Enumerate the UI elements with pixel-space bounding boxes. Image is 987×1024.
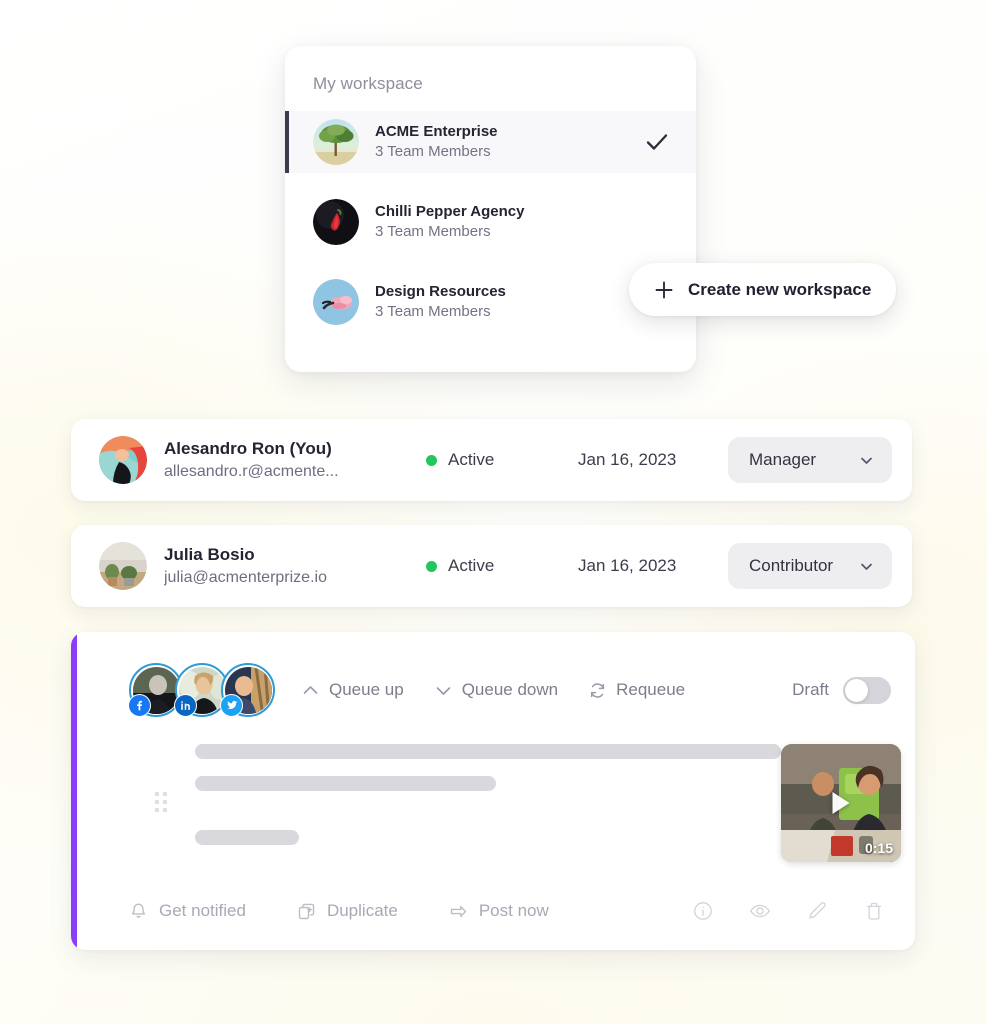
panel-title: My workspace (313, 74, 423, 93)
member-identity: Julia Bosio julia@acmenterprize.io (164, 543, 426, 589)
eye-icon[interactable] (749, 900, 771, 922)
twitter-icon (220, 694, 243, 717)
facebook-icon (128, 694, 151, 717)
channel-avatar-stack (128, 663, 275, 717)
chevron-up-icon (301, 681, 320, 700)
duplicate-icon (297, 902, 316, 921)
member-status: Active (426, 450, 578, 470)
get-notified-button[interactable]: Get notified (129, 901, 246, 921)
composer-toolbar: Queue up Queue down Requeue Draft (71, 632, 915, 726)
member-status: Active (426, 556, 578, 576)
trash-icon[interactable] (863, 900, 885, 922)
queue-down-button[interactable]: Queue down (434, 680, 574, 700)
status-dot-icon (426, 454, 437, 466)
composer-footer: Get notified Duplicate Post now (71, 878, 915, 944)
duplicate-button[interactable]: Duplicate (297, 901, 398, 921)
workspace-item-text: Chilli Pepper Agency 3 Team Members (375, 202, 670, 243)
workspace-switcher-panel: My workspace ACME Enterprise 3 Team Memb… (285, 46, 696, 372)
workspace-item-chilli-pepper-agency[interactable]: Chilli Pepper Agency 3 Team Members (285, 191, 696, 253)
status-dot-icon (426, 560, 437, 572)
plus-icon (654, 280, 674, 300)
chili-pepper-avatar (313, 199, 359, 245)
workspace-name: Design Resources (375, 282, 506, 300)
video-duration: 0:15 (864, 840, 893, 856)
workspace-item-acme-enterprise[interactable]: ACME Enterprise 3 Team Members (285, 111, 696, 173)
workspace-name: Chilli Pepper Agency (375, 202, 525, 220)
play-icon (832, 792, 850, 814)
workspace-item-text: ACME Enterprise 3 Team Members (375, 122, 644, 163)
video-thumbnail[interactable]: 0:15 (781, 744, 901, 862)
role-dropdown[interactable]: Contributor (728, 543, 892, 589)
avatar (99, 436, 147, 484)
member-identity: Alesandro Ron (You) allesandro.r@acmente… (164, 437, 426, 483)
avatar (99, 542, 147, 590)
check-icon (644, 129, 670, 155)
linkedin-icon (174, 694, 197, 717)
create-new-workspace-label: Create new workspace (688, 279, 872, 299)
role-dropdown[interactable]: Manager (728, 437, 892, 483)
get-notified-label: Get notified (159, 901, 246, 920)
role-label: Contributor (749, 556, 834, 575)
draft-toggle-group: Draft (792, 676, 891, 704)
bell-icon (129, 902, 148, 921)
page-root: My workspace ACME Enterprise 3 Team Memb… (0, 0, 987, 1024)
chevron-down-icon (858, 452, 875, 469)
arrow-right-icon (449, 902, 468, 921)
chevron-down-icon (858, 558, 875, 575)
role-label: Manager (749, 450, 817, 469)
drag-handle-icon[interactable] (155, 792, 167, 812)
member-date: Jan 16, 2023 (578, 450, 677, 469)
post-content-placeholder (129, 736, 781, 878)
status-badge: Active (448, 556, 495, 575)
queue-up-label: Queue up (329, 680, 404, 699)
member-email: julia@acmenterprize.io (164, 568, 327, 586)
workspace-item-text: Design Resources 3 Team Members (375, 282, 670, 323)
member-name: Julia Bosio (164, 544, 255, 564)
chevron-down-icon (434, 681, 453, 700)
footer-icon-group (692, 900, 885, 922)
placeholder-line (195, 744, 781, 759)
flamingo-avatar (313, 279, 359, 325)
member-row[interactable]: Alesandro Ron (You) allesandro.r@acmente… (71, 419, 912, 501)
requeue-button[interactable]: Requeue (588, 680, 701, 700)
queue-down-label: Queue down (461, 680, 559, 699)
placeholder-line (195, 776, 496, 791)
member-row[interactable]: Julia Bosio julia@acmenterprize.io Activ… (71, 525, 912, 607)
draft-label: Draft (792, 680, 829, 699)
workspace-members-count: 3 Team Members (375, 143, 491, 160)
pencil-icon[interactable] (806, 900, 828, 922)
duplicate-label: Duplicate (326, 901, 398, 920)
create-new-workspace-button[interactable]: Create new workspace (629, 263, 897, 316)
member-name: Alesandro Ron (You) (164, 438, 332, 458)
composer-body: 0:15 (71, 726, 915, 878)
placeholder-line (195, 830, 299, 845)
post-now-label: Post now (478, 901, 549, 920)
workspace-members-count: 3 Team Members (375, 223, 491, 240)
queue-actions: Queue up Queue down Requeue (301, 680, 792, 700)
workspace-members-count: 3 Team Members (375, 303, 491, 320)
requeue-label: Requeue (616, 680, 686, 699)
workspace-name: ACME Enterprise (375, 122, 498, 140)
tree-avatar (313, 119, 359, 165)
post-composer-card: Queue up Queue down Requeue Draft 0:15 G… (71, 632, 915, 950)
draft-toggle[interactable] (843, 676, 891, 704)
member-date: Jan 16, 2023 (578, 556, 677, 575)
toggle-knob (845, 678, 868, 702)
queue-up-button[interactable]: Queue up (301, 680, 420, 700)
post-now-button[interactable]: Post now (449, 901, 549, 921)
refresh-icon (588, 681, 607, 700)
status-badge: Active (448, 450, 495, 469)
member-email: allesandro.r@acmente... (164, 462, 339, 480)
channel-avatar-twitter[interactable] (220, 663, 275, 717)
info-icon[interactable] (692, 900, 714, 922)
